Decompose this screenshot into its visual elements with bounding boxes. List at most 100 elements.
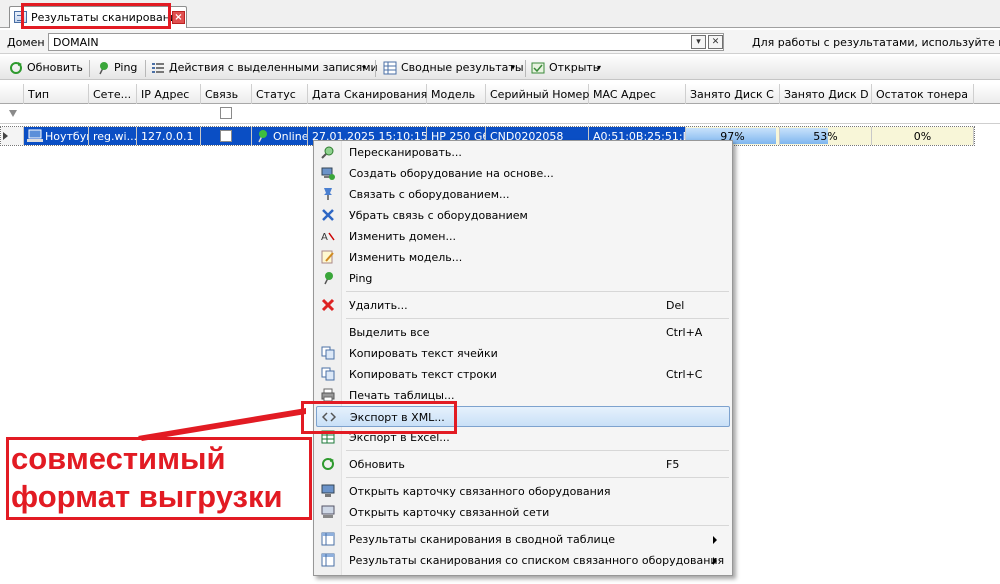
cell-link[interactable] bbox=[201, 127, 252, 145]
menu-item-select-all[interactable]: Выделить все Ctrl+A bbox=[316, 322, 730, 343]
column-disk-c[interactable]: Занято Диск C bbox=[686, 84, 780, 104]
column-type[interactable]: Тип bbox=[24, 84, 89, 104]
column-label: Статус bbox=[256, 88, 296, 101]
menu-item-open-network-card[interactable]: Открыть карточку связанной сети bbox=[316, 502, 730, 523]
submenu-arrow-icon bbox=[713, 536, 717, 544]
column-link[interactable]: Связь bbox=[201, 84, 252, 104]
open-card-icon bbox=[531, 62, 545, 74]
row-indicator bbox=[1, 127, 24, 145]
cell-type-text: Ноутбук bbox=[45, 130, 89, 143]
menu-shortcut: Del bbox=[666, 299, 685, 312]
cell-status-text: Online bbox=[273, 130, 308, 143]
column-network[interactable]: Сете... bbox=[89, 84, 137, 104]
cell-disk-d[interactable]: 53% bbox=[780, 127, 872, 145]
annotation-line-1: совместимый bbox=[11, 441, 226, 476]
toolbar-separator bbox=[525, 60, 526, 77]
cell-ip-text: 127.0.0.1 bbox=[141, 130, 194, 143]
cell-status[interactable]: Online bbox=[252, 127, 308, 145]
chevron-down-icon[interactable]: ▾ bbox=[691, 35, 706, 49]
disk-d-text: 53% bbox=[813, 130, 838, 143]
menu-item-ping[interactable]: Ping bbox=[316, 268, 730, 289]
ping-icon bbox=[99, 62, 108, 75]
menu-item-pivot-table[interactable]: Результаты сканирования в сводной таблиц… bbox=[316, 529, 730, 550]
refresh-icon bbox=[10, 62, 22, 74]
actions-label: Действия с выделенными записями bbox=[169, 61, 378, 74]
menu-item-linked-equipment-list[interactable]: Результаты сканирования со списком связа… bbox=[316, 550, 730, 571]
column-label: Остаток тонера bbox=[876, 88, 968, 101]
menu-item-label: Результаты сканирования со списком связа… bbox=[349, 554, 725, 567]
column-mac[interactable]: MAC Адрес bbox=[589, 84, 686, 104]
column-toner[interactable]: Остаток тонера bbox=[872, 84, 974, 104]
open-dropdown[interactable]: Открыть ▾ bbox=[531, 60, 607, 76]
clear-icon[interactable]: ✕ bbox=[708, 35, 723, 49]
column-label: MAC Адрес bbox=[593, 88, 656, 101]
menu-item-unlink-equipment[interactable]: Убрать связь с оборудованием bbox=[316, 205, 730, 226]
refresh-icon bbox=[322, 458, 334, 470]
refresh-button[interactable]: Обновить bbox=[9, 60, 85, 76]
filter-icon[interactable] bbox=[9, 110, 17, 117]
menu-shortcut: Ctrl+A bbox=[666, 326, 703, 339]
column-ip[interactable]: IP Адрес bbox=[137, 84, 201, 104]
menu-item-copy-cell[interactable]: Копировать текст ячейки bbox=[316, 343, 730, 364]
pivot-table-icon bbox=[321, 532, 335, 546]
domain-value: DOMAIN bbox=[53, 36, 99, 49]
actions-dropdown[interactable]: Действия с выделенными записями ▾ bbox=[151, 60, 378, 76]
network-icon bbox=[321, 505, 335, 518]
cell-type[interactable]: Ноутбук bbox=[24, 127, 89, 145]
domain-label: Домен bbox=[7, 36, 45, 49]
menu-item-link-equipment[interactable]: Связать с оборудованием... bbox=[316, 184, 730, 205]
create-equipment-icon bbox=[321, 167, 335, 180]
rescan-icon bbox=[321, 146, 334, 159]
column-label: Занято Диск C bbox=[690, 88, 774, 101]
menu-item-open-equipment-card[interactable]: Открыть карточку связанного оборудования bbox=[316, 481, 730, 502]
tab-annotation-frame bbox=[21, 3, 171, 29]
menu-item-rescan[interactable]: Пересканировать... bbox=[316, 142, 730, 163]
menu-item-copy-row[interactable]: Копировать текст строки Ctrl+C bbox=[316, 364, 730, 385]
column-model[interactable]: Модель bbox=[427, 84, 486, 104]
domain-bar: Домен DOMAIN ▾ ✕ Для работы с результата… bbox=[0, 30, 1000, 54]
menu-item-change-model[interactable]: Изменить модель... bbox=[316, 247, 730, 268]
cell-ip[interactable]: 127.0.0.1 bbox=[137, 127, 201, 145]
menu-item-label: Изменить домен... bbox=[349, 230, 456, 243]
svg-text:A: A bbox=[321, 232, 328, 243]
column-serial[interactable]: Серийный Номер bbox=[486, 84, 589, 104]
toolbar-separator bbox=[375, 60, 376, 77]
ping-icon bbox=[324, 272, 333, 285]
open-label: Открыть bbox=[549, 61, 600, 74]
cell-toner[interactable]: 0% bbox=[872, 127, 974, 145]
filter-link-checkbox[interactable] bbox=[220, 107, 232, 119]
cell-network-text: reg.wi... bbox=[93, 130, 137, 143]
menu-item-delete[interactable]: Удалить... Del bbox=[316, 295, 730, 316]
column-status[interactable]: Статус bbox=[252, 84, 308, 104]
summary-dropdown[interactable]: Сводные результаты ▾ bbox=[383, 60, 524, 76]
unlink-icon bbox=[322, 209, 334, 221]
column-label: IP Адрес bbox=[141, 88, 190, 101]
pin-icon bbox=[324, 188, 332, 200]
cell-network[interactable]: reg.wi... bbox=[89, 127, 137, 145]
column-disk-d[interactable]: Занято Диск D bbox=[780, 84, 872, 104]
hint-text: Для работы с результатами, используйте к… bbox=[752, 36, 1000, 49]
column-scan-date[interactable]: Дата Сканирования bbox=[308, 84, 427, 104]
menu-shortcut: F5 bbox=[666, 458, 680, 471]
menu-item-refresh[interactable]: Обновить F5 bbox=[316, 454, 730, 475]
menu-item-label: Убрать связь с оборудованием bbox=[349, 209, 528, 222]
menu-item-create-equipment[interactable]: Создать оборудование на основе... bbox=[316, 163, 730, 184]
menu-item-label: Копировать текст ячейки bbox=[349, 347, 498, 360]
printer-icon bbox=[321, 388, 335, 402]
menu-item-label: Пересканировать... bbox=[349, 146, 462, 159]
copy-icon bbox=[321, 367, 335, 381]
context-menu: Пересканировать... Создать оборудование … bbox=[313, 140, 733, 576]
menu-item-label: Обновить bbox=[349, 458, 405, 471]
chevron-down-icon: ▾ bbox=[511, 63, 516, 72]
tab-close-button[interactable]: × bbox=[172, 11, 185, 24]
column-label: Тип bbox=[28, 88, 50, 101]
toner-text: 0% bbox=[913, 130, 932, 143]
domain-combo[interactable]: DOMAIN ▾ ✕ bbox=[48, 33, 724, 51]
ping-button[interactable]: Ping bbox=[96, 60, 140, 76]
row-indicator-column bbox=[0, 84, 24, 104]
rename-icon: A bbox=[321, 232, 335, 243]
pivot-table-icon bbox=[321, 553, 335, 567]
link-checkbox[interactable] bbox=[220, 130, 232, 142]
menu-item-change-domain[interactable]: A Изменить домен... bbox=[316, 226, 730, 247]
menu-separator bbox=[346, 477, 729, 478]
